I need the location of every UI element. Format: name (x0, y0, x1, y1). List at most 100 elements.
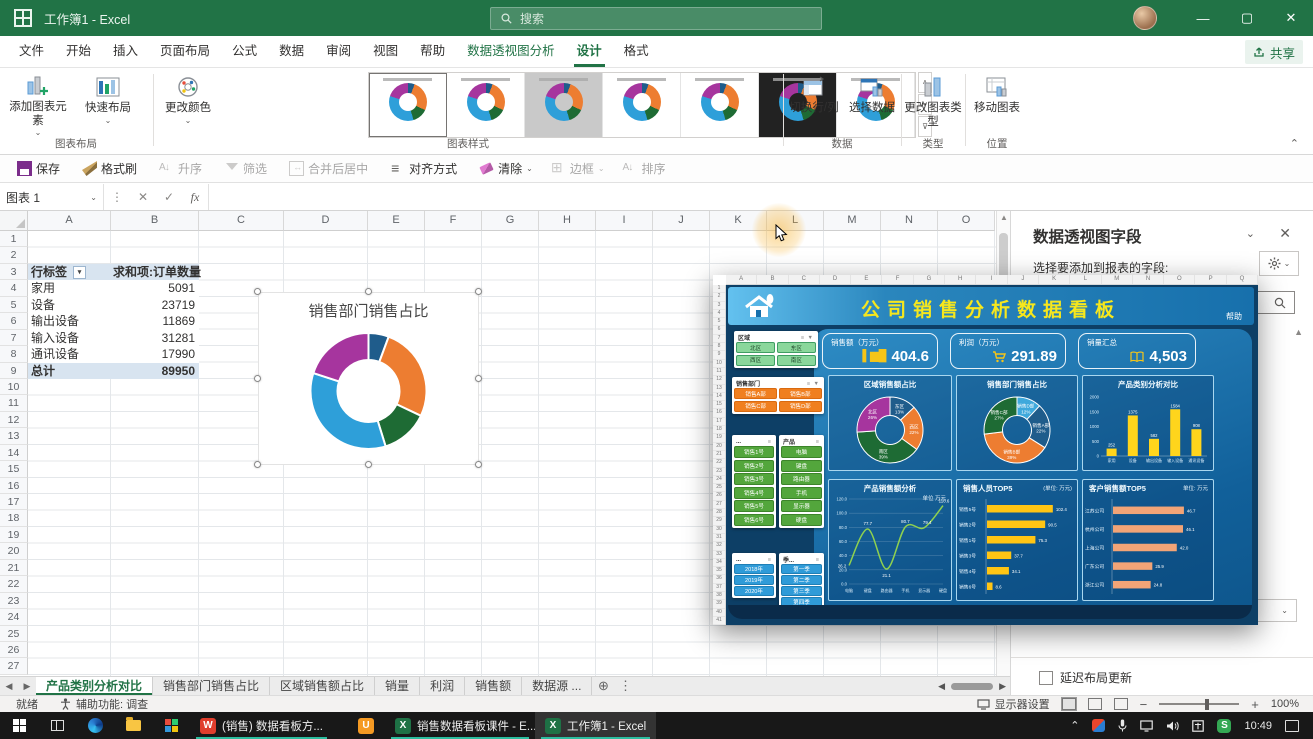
row-header[interactable]: 21 (0, 560, 28, 576)
ribbon-tab[interactable]: 开始 (55, 36, 102, 68)
change-chart-type-button[interactable]: 更改图表类型 (903, 72, 963, 138)
cancel-formula-icon[interactable]: ✕ (130, 190, 156, 204)
slicer-button[interactable]: 2020年 (734, 586, 774, 596)
slicer-quarter[interactable]: 季...≡ 第一季第二季第三季第四季 (779, 553, 824, 609)
display-settings-button[interactable]: 显示器设置 (977, 696, 1050, 712)
chart-resize-handle[interactable] (475, 461, 482, 468)
row-header[interactable]: 17 (0, 494, 28, 510)
slicer-button[interactable]: 销售B部 (779, 388, 822, 399)
quickbar-button[interactable]: 边框 ⌄ (544, 157, 612, 181)
chart-style-thumbnail[interactable] (525, 73, 603, 137)
sheet-tab[interactable]: 区域销售额占比 (270, 677, 375, 695)
row-header[interactable]: 6 (0, 313, 28, 329)
row-header[interactable]: 3 (0, 264, 28, 280)
row-header[interactable]: 13 (0, 428, 28, 444)
slicer-button[interactable]: 北区 (736, 342, 775, 353)
column-header[interactable]: A (28, 211, 111, 231)
chart-resize-handle[interactable] (254, 288, 261, 295)
enter-formula-icon[interactable]: ✓ (156, 190, 182, 204)
microphone-icon[interactable] (1118, 719, 1127, 732)
column-header[interactable]: B (111, 211, 199, 231)
zoom-slider-thumb[interactable] (1205, 699, 1209, 710)
chart-style-thumbnail[interactable] (369, 73, 447, 137)
slicer-button[interactable]: 销售3号 (734, 473, 774, 485)
slicer-salesperson[interactable]: ...≡ 销售1号销售2号销售3号销售4号销售5号销售6号 (732, 435, 776, 528)
search-input[interactable]: 搜索 (490, 7, 822, 30)
column-header[interactable]: L (767, 211, 824, 231)
chart-style-thumbnail[interactable] (681, 73, 759, 137)
slicer-button[interactable]: 销售C部 (734, 401, 777, 412)
close-button[interactable]: ✕ (1269, 0, 1313, 36)
row-header[interactable]: 22 (0, 576, 28, 592)
row-header[interactable]: 18 (0, 510, 28, 526)
slicer-button[interactable]: 路由器 (781, 473, 822, 485)
dashboard-help-link[interactable]: 帮助 (1226, 311, 1242, 322)
row-header[interactable]: 11 (0, 395, 28, 411)
chart-style-thumbnail[interactable] (447, 73, 525, 137)
quickbar-button[interactable]: 升序 (152, 157, 213, 181)
ribbon-tab[interactable]: 公式 (221, 36, 268, 68)
edge-browser-icon[interactable] (76, 712, 114, 739)
row-header[interactable]: 19 (0, 527, 28, 543)
name-box[interactable]: 图表 1 ⌄ (0, 184, 104, 210)
sheet-tab[interactable]: 数据源 ... (522, 677, 592, 695)
quick-layout-button[interactable]: 快速布局⌄ (78, 72, 138, 138)
ribbon-tab[interactable]: 插入 (102, 36, 149, 68)
slicer-button[interactable]: 销售6号 (734, 514, 774, 526)
fields-pane-close-icon[interactable]: ✕ (1279, 225, 1291, 242)
select-data-button[interactable]: 选择数据 (842, 72, 902, 138)
task-view-button[interactable] (38, 712, 76, 739)
slicer-button[interactable]: 南区 (777, 355, 816, 366)
quickbar-button[interactable]: 排序 (616, 157, 677, 181)
pivot-row[interactable]: 输出设备 11869 (28, 313, 199, 329)
sogou-input-icon[interactable]: S (1217, 719, 1231, 733)
column-header[interactable]: K (710, 211, 767, 231)
tray-expand-icon[interactable]: ⌃ (1070, 719, 1079, 732)
fields-pane-tools-button[interactable]: ⌄ (1259, 251, 1299, 276)
slicer-button[interactable]: 第二季 (781, 575, 822, 585)
row-header[interactable]: 15 (0, 461, 28, 477)
pivot-chart[interactable]: 销售部门销售占比 (258, 292, 479, 465)
row-header[interactable]: 9 (0, 363, 28, 379)
row-header[interactable]: 26 (0, 642, 28, 658)
quickbar-button[interactable]: 格式刷 (75, 157, 148, 181)
ribbon-tab[interactable]: 设计 (566, 36, 613, 68)
insert-function-icon[interactable]: fx (182, 190, 208, 205)
sheet-tab[interactable]: 利润 (420, 677, 465, 695)
slicer-button[interactable]: 手机 (781, 487, 822, 499)
slicer-button[interactable]: 销售1号 (734, 446, 774, 458)
ribbon-tab[interactable]: 帮助 (409, 36, 456, 68)
page-layout-view-icon[interactable] (1088, 698, 1102, 710)
slicer-button[interactable]: 销售D部 (779, 401, 822, 412)
pivot-row[interactable]: 输入设备 31281 (28, 330, 199, 346)
chart-resize-handle[interactable] (475, 375, 482, 382)
maximize-button[interactable]: ▢ (1225, 0, 1269, 36)
chart-resize-handle[interactable] (475, 288, 482, 295)
taskbar-app-excel-courseware[interactable]: X 销售数据看板课件 - E... (385, 712, 535, 739)
slicer-button[interactable]: 东区 (777, 342, 816, 353)
quickbar-button[interactable]: 合并后居中 (282, 157, 379, 181)
fields-pane-chevron-icon[interactable]: ⌄ (1246, 227, 1255, 240)
sheet-tab[interactable]: 销售部门销售占比 (153, 677, 270, 695)
quickbar-button[interactable]: 筛选 (217, 157, 278, 181)
row-header[interactable]: 12 (0, 412, 28, 428)
row-header[interactable]: 8 (0, 346, 28, 362)
scroll-right-icon[interactable]: ▶ (999, 681, 1006, 692)
chart-resize-handle[interactable] (254, 375, 261, 382)
column-header[interactable]: J (653, 211, 710, 231)
zoom-out-icon[interactable]: − (1140, 697, 1148, 712)
notification-center-icon[interactable] (1285, 720, 1299, 732)
sheet-tab[interactable]: 销量 (375, 677, 420, 695)
taskbar-app-excel-workbook1[interactable]: X 工作簿1 - Excel (535, 712, 656, 739)
row-header[interactable]: 27 (0, 658, 28, 674)
share-button[interactable]: 共享 (1245, 40, 1303, 64)
pivot-row[interactable]: 家用 5091 (28, 280, 199, 296)
scroll-left-icon[interactable]: ◀ (938, 681, 945, 692)
store-app-icon[interactable] (152, 712, 190, 739)
scroll-up-icon[interactable]: ▲ (997, 213, 1011, 222)
chart-resize-handle[interactable] (254, 461, 261, 468)
row-header[interactable]: 4 (0, 280, 28, 296)
slicer-button[interactable]: 销售4号 (734, 487, 774, 499)
sheet-menu-icon[interactable]: ⋮ (614, 677, 636, 695)
quickbar-button[interactable]: 清除 ⌄ (472, 157, 540, 181)
